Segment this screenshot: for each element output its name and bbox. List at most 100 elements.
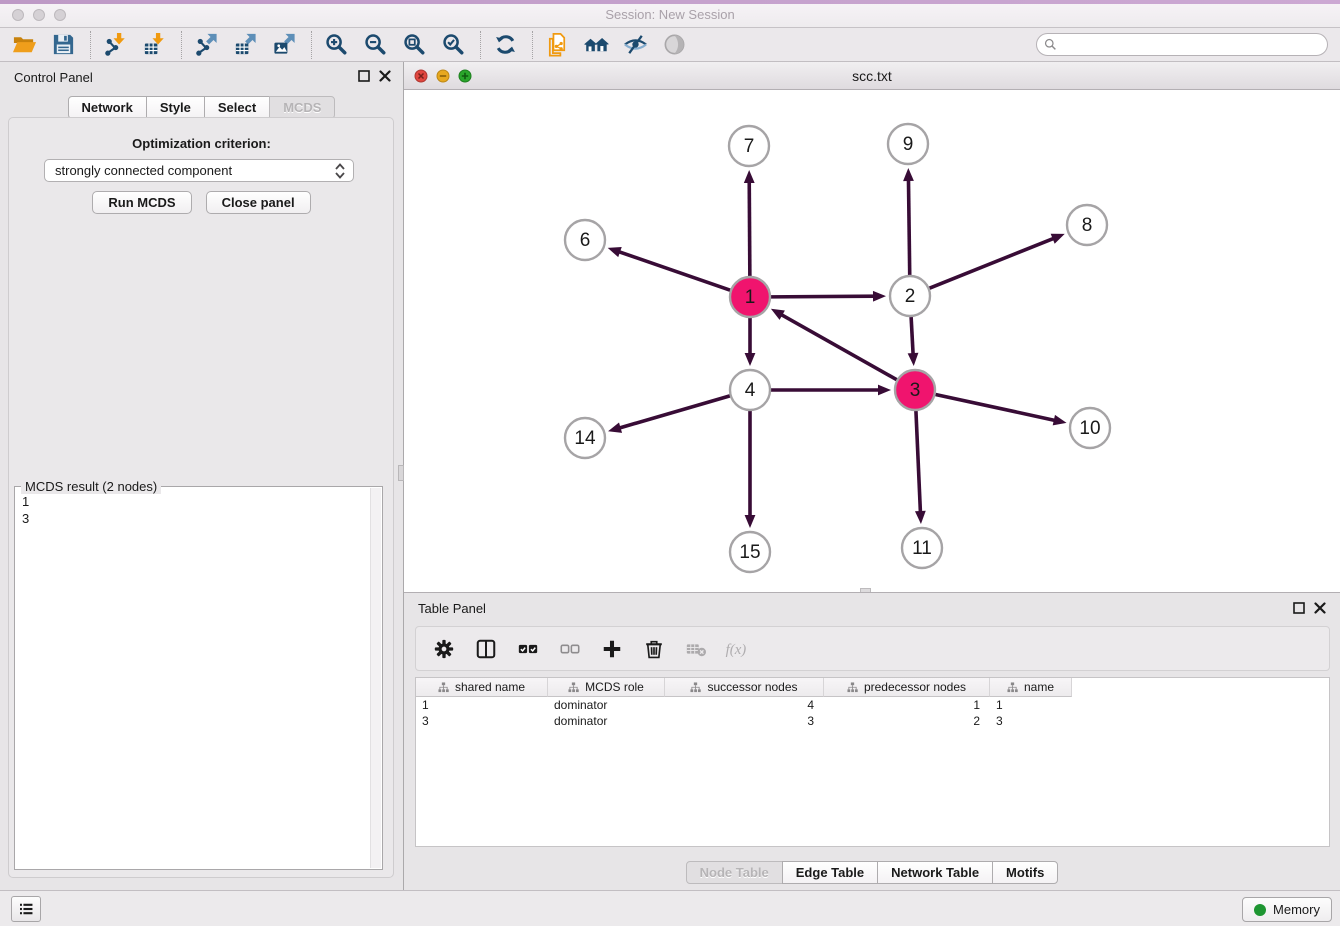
- function-fx-icon: f(x): [724, 635, 752, 663]
- zoom-fit-magnifier-icon[interactable]: [400, 31, 428, 59]
- search-box[interactable]: [1036, 33, 1328, 56]
- table-tabs: Node TableEdge TableNetwork TableMotifs: [404, 861, 1340, 884]
- edge-1-7[interactable]: [749, 181, 750, 276]
- gear-icon[interactable]: [430, 635, 458, 663]
- edge-1-6[interactable]: [618, 251, 730, 290]
- eye-slash-icon[interactable]: [621, 31, 649, 59]
- network-canvas[interactable]: 1234678910111415: [404, 90, 1340, 592]
- tab-style[interactable]: Style: [146, 96, 205, 119]
- tab-select[interactable]: Select: [204, 96, 270, 119]
- edge-arrowhead: [745, 353, 756, 366]
- edge-1-2[interactable]: [771, 296, 875, 297]
- node-label-7: 7: [744, 136, 755, 157]
- task-history-button[interactable]: [11, 896, 41, 922]
- save-floppy-icon[interactable]: [49, 31, 77, 59]
- table-delete-icon: [682, 635, 710, 663]
- gray-sphere-icon[interactable]: [660, 31, 688, 59]
- edge-arrowhead: [1051, 234, 1065, 244]
- hierarchy-icon: [1007, 682, 1018, 693]
- check-all-icon[interactable]: [514, 635, 542, 663]
- open-folder-icon[interactable]: [10, 31, 38, 59]
- cell-mcds-role: dominator: [548, 697, 665, 713]
- edge-arrowhead: [903, 168, 914, 181]
- cell-predecessor-nodes: 1: [824, 697, 990, 713]
- tab-motifs[interactable]: Motifs: [992, 861, 1058, 884]
- node-label-14: 14: [574, 428, 596, 449]
- network-graph[interactable]: 1234678910111415: [404, 90, 1340, 592]
- control-panel-title: Control Panel: [14, 70, 93, 85]
- export-network-icon[interactable]: [192, 31, 220, 59]
- uncheck-all-icon[interactable]: [556, 635, 584, 663]
- close-panel-button[interactable]: Close panel: [206, 191, 311, 214]
- run-mcds-button[interactable]: Run MCDS: [92, 191, 191, 214]
- node-label-9: 9: [903, 134, 914, 155]
- node-label-6: 6: [580, 230, 591, 251]
- edge-arrowhead: [1053, 415, 1067, 426]
- toolbar-separator: [90, 31, 91, 59]
- column-header-successor-nodes[interactable]: successor nodes: [665, 678, 824, 697]
- edge-2-8[interactable]: [929, 238, 1054, 288]
- close-table-panel-icon[interactable]: [1314, 602, 1326, 614]
- zoom-out-magnifier-icon[interactable]: [361, 31, 389, 59]
- export-table-icon[interactable]: [231, 31, 259, 59]
- tab-edge-table[interactable]: Edge Table: [782, 861, 878, 884]
- zoom-check-magnifier-icon[interactable]: [439, 31, 467, 59]
- float-table-panel-icon[interactable]: [1293, 602, 1305, 614]
- node-label-4: 4: [745, 380, 756, 401]
- table-row[interactable]: 3dominator323: [416, 713, 1329, 729]
- edge-3-10[interactable]: [936, 394, 1056, 420]
- control-panel: Control Panel NetworkStyleSelectMCDS Opt…: [0, 62, 404, 890]
- toolbar-separator: [480, 31, 481, 59]
- memory-button[interactable]: Memory: [1242, 897, 1332, 922]
- column-header-predecessor-nodes[interactable]: predecessor nodes: [824, 678, 990, 697]
- mcds-result-text[interactable]: 1 3: [18, 490, 368, 866]
- import-table-icon[interactable]: [140, 31, 168, 59]
- table-panel-title: Table Panel: [418, 601, 486, 616]
- tab-network-table[interactable]: Network Table: [877, 861, 993, 884]
- tab-node-table[interactable]: Node Table: [686, 861, 783, 884]
- optimization-dropdown[interactable]: strongly connected component: [44, 159, 354, 182]
- column-header-mcds-role[interactable]: MCDS role: [548, 678, 665, 697]
- memory-status-icon: [1254, 904, 1266, 916]
- zoom-in-magnifier-icon[interactable]: [322, 31, 350, 59]
- table-panel: Table Panel f(x) shared nameMCDS rolesuc…: [404, 592, 1340, 890]
- float-panel-icon[interactable]: [358, 70, 370, 82]
- export-image-icon[interactable]: [270, 31, 298, 59]
- mcds-result-box: MCDS result (2 nodes) 1 3: [14, 486, 383, 870]
- column-header-shared-name[interactable]: shared name: [416, 678, 548, 697]
- cell-name: 3: [990, 713, 1072, 729]
- mcds-result-scrollbar[interactable]: [370, 488, 381, 868]
- import-network-icon[interactable]: [101, 31, 129, 59]
- node-label-3: 3: [910, 380, 921, 401]
- edge-2-9[interactable]: [908, 179, 909, 275]
- close-panel-icon[interactable]: [379, 70, 391, 82]
- application-window: Session: New Session Control Panel Netwo…: [0, 0, 1340, 926]
- copy-network-document-icon[interactable]: [543, 31, 571, 59]
- optimization-label: Optimization criterion:: [0, 136, 403, 151]
- tab-network[interactable]: Network: [68, 96, 147, 119]
- edge-3-1[interactable]: [780, 314, 896, 380]
- edge-arrowhead: [908, 353, 919, 366]
- network-window-titlebar[interactable]: scc.txt: [404, 62, 1340, 90]
- toolbar-separator: [532, 31, 533, 59]
- tab-mcds[interactable]: MCDS: [269, 96, 335, 119]
- houses-icon[interactable]: [582, 31, 610, 59]
- search-input[interactable]: [1057, 35, 1327, 54]
- edge-2-3[interactable]: [911, 317, 913, 355]
- columns-icon[interactable]: [472, 635, 500, 663]
- plus-icon[interactable]: [598, 635, 626, 663]
- node-table[interactable]: shared nameMCDS rolesuccessor nodesprede…: [415, 677, 1330, 847]
- edge-3-11[interactable]: [916, 411, 921, 513]
- hierarchy-icon: [690, 682, 701, 693]
- node-label-8: 8: [1082, 215, 1093, 236]
- refresh-arrows-icon[interactable]: [491, 31, 519, 59]
- trash-icon[interactable]: [640, 635, 668, 663]
- control-panel-tabs: NetworkStyleSelectMCDS: [0, 96, 403, 119]
- table-row[interactable]: 1dominator411: [416, 697, 1329, 713]
- column-header-name[interactable]: name: [990, 678, 1072, 697]
- edge-arrowhead: [873, 291, 886, 302]
- edge-arrowhead: [744, 170, 755, 183]
- table-toolbar: f(x): [415, 626, 1330, 671]
- cell-name: 1: [990, 697, 1072, 713]
- edge-4-14[interactable]: [619, 396, 730, 428]
